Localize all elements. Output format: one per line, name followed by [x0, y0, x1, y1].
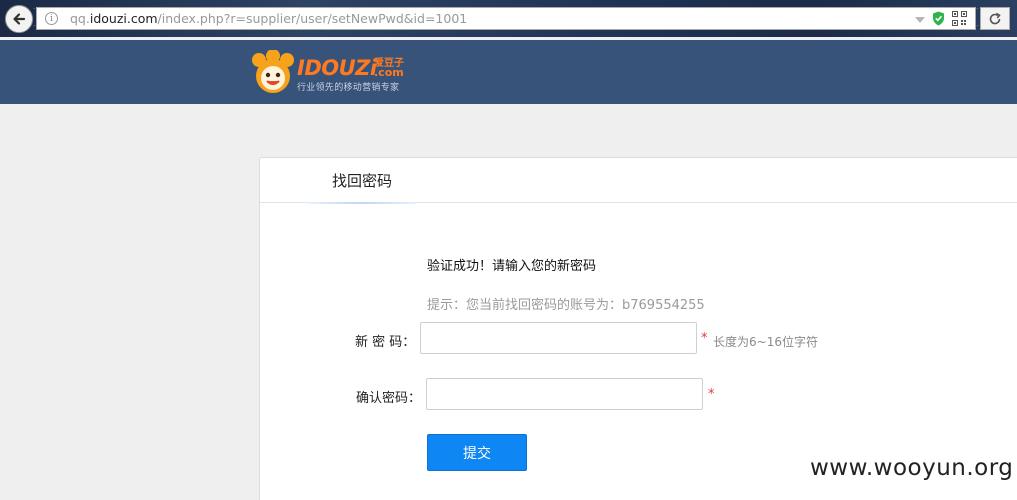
logo-slogan: 行业领先的移动营销专家: [297, 83, 400, 93]
url-text[interactable]: qq.idouzi.com/index.php?r=supplier/user/…: [70, 11, 467, 26]
dropdown-icon[interactable]: [915, 16, 925, 23]
submit-button[interactable]: 提交: [427, 434, 527, 471]
reload-icon: [989, 12, 1001, 24]
password-length-hint: 长度为6~16位字符: [713, 335, 818, 349]
site-logo[interactable]: IDOUZi 爱豆子 .com 行业领先的移动营销专家: [250, 50, 410, 94]
account-hint: 提示：您当前找回密码的账号为：b769554255: [427, 298, 705, 313]
confirm-password-input[interactable]: [426, 378, 703, 410]
reset-password-panel: 找回密码 验证成功！请输入您的新密码 提示：您当前找回密码的账号为：b76955…: [259, 157, 1017, 500]
logo-domain-suffix: .com: [374, 66, 404, 79]
shield-icon[interactable]: [932, 11, 945, 26]
tab-reset-password[interactable]: 找回密码: [308, 158, 416, 204]
confirm-password-required-mark: *: [708, 387, 715, 402]
url-prefix: qq.: [70, 11, 90, 26]
watermark: www.wooyun.org: [810, 455, 1014, 481]
new-password-required-mark: *: [701, 331, 708, 346]
browser-toolbar: i qq.idouzi.com/index.php?r=supplier/use…: [0, 0, 1017, 37]
reload-button[interactable]: [980, 7, 1010, 30]
info-icon[interactable]: i: [45, 12, 58, 25]
qr-code-icon[interactable]: [952, 11, 967, 26]
success-message: 验证成功！请输入您的新密码: [427, 259, 597, 274]
logo-wordmark: IDOUZi: [297, 56, 377, 80]
url-path: /index.php?r=supplier/user/setNewPwd&id=…: [157, 11, 468, 26]
address-bar[interactable]: i qq.idouzi.com/index.php?r=supplier/use…: [36, 7, 976, 30]
site-header: IDOUZi 爱豆子 .com 行业领先的移动营销专家: [0, 40, 1017, 104]
back-button[interactable]: [5, 5, 33, 33]
new-password-label: 新 密 码：: [355, 335, 416, 350]
new-password-input[interactable]: [420, 322, 697, 354]
tab-active-indicator: [308, 202, 416, 204]
panel-header: 找回密码: [260, 158, 1017, 204]
confirm-password-label: 确认密码：: [356, 391, 422, 406]
back-arrow-icon: [13, 13, 26, 25]
url-host: idouzi.com: [89, 11, 158, 26]
logo-mascot-icon: [252, 50, 294, 93]
